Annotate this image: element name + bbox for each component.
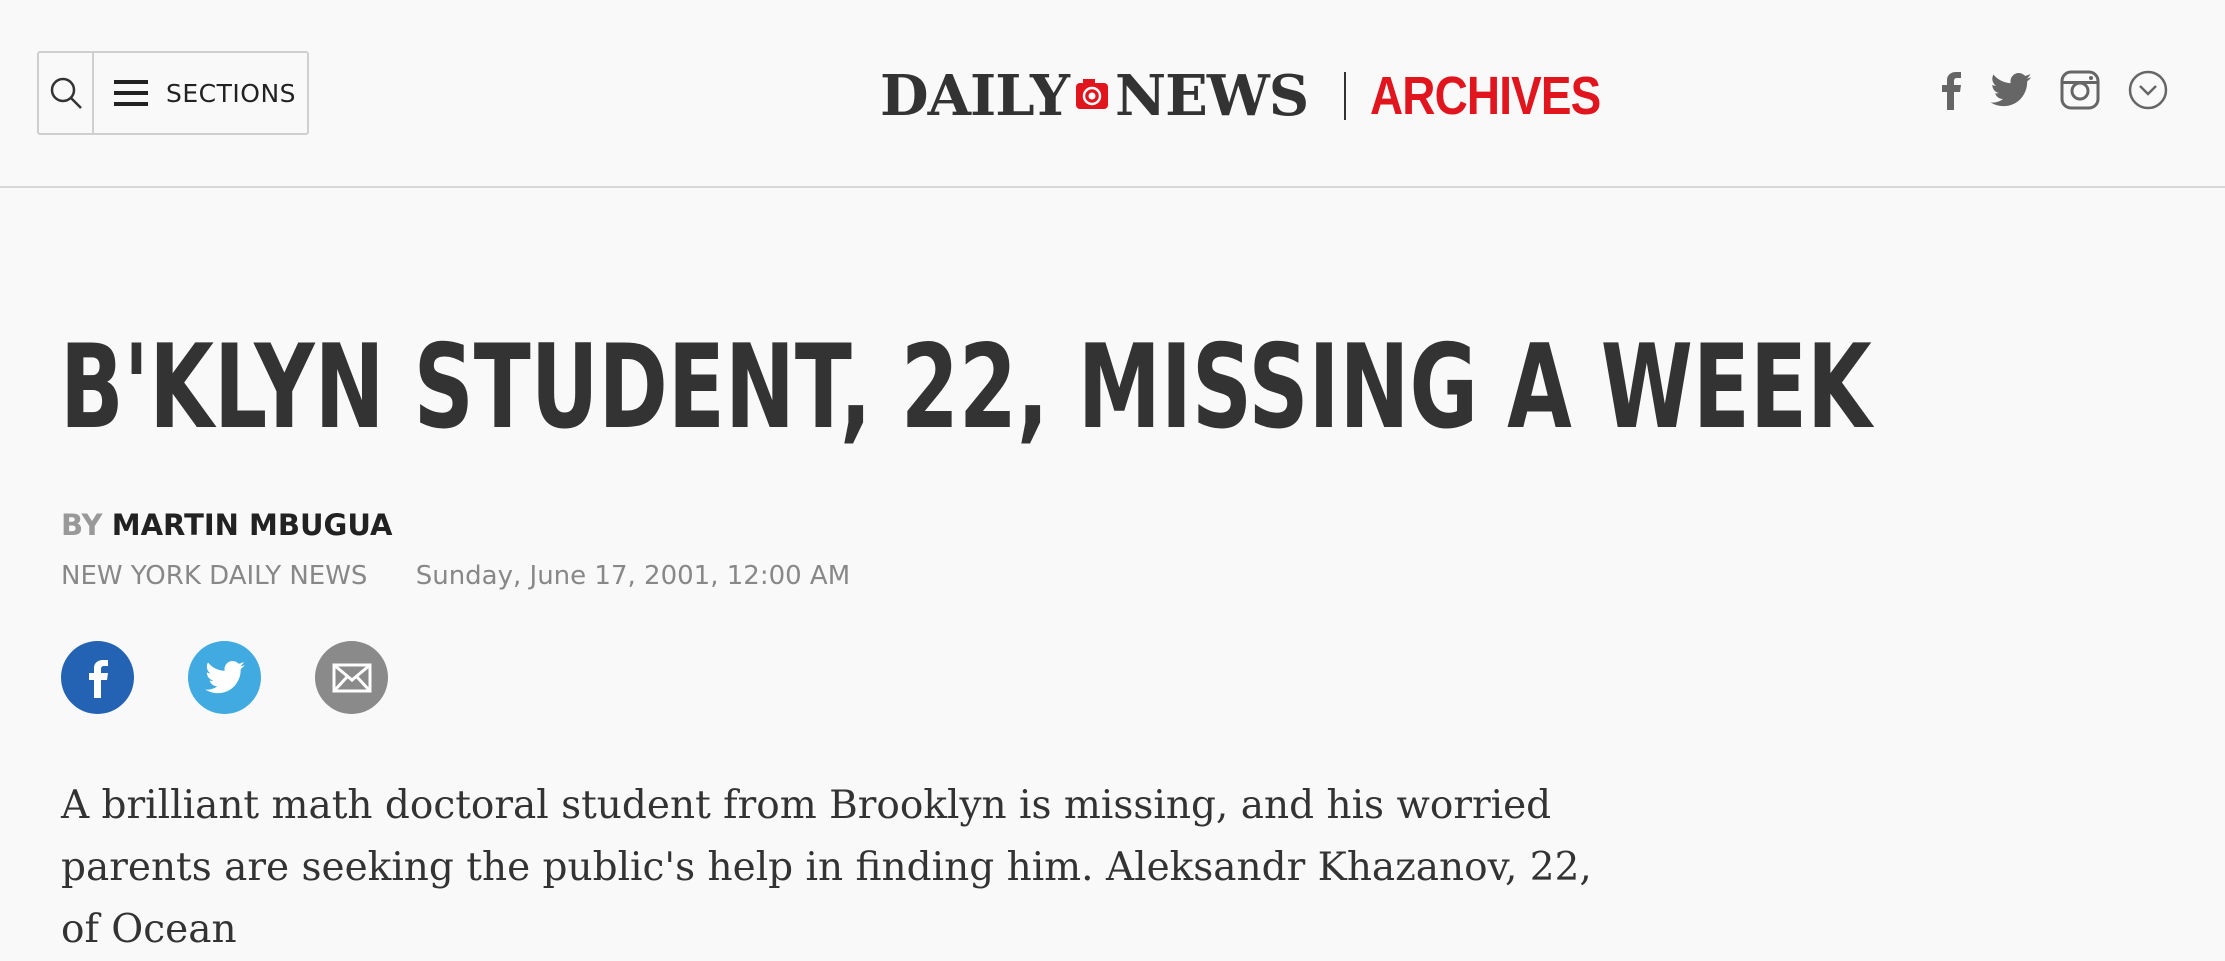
byline: BY MARTIN MBUGUA xyxy=(61,508,392,542)
twitter-icon xyxy=(1990,73,2032,107)
logo-news: NEWS xyxy=(1114,63,1309,129)
twitter-icon xyxy=(204,661,245,694)
header-instagram-link[interactable] xyxy=(2060,70,2100,110)
article-body: A brilliant math doctoral student from B… xyxy=(61,783,1592,952)
author-link[interactable]: MARTIN MBUGUA xyxy=(112,508,393,542)
search-button[interactable] xyxy=(39,53,94,133)
nav-controls: SECTIONS xyxy=(37,51,309,135)
facebook-icon xyxy=(1942,72,1961,110)
logo-daily: DAILY xyxy=(880,63,1070,129)
instagram-icon xyxy=(2060,70,2100,110)
email-icon xyxy=(332,663,371,692)
publish-date: Sunday, June 17, 2001, 12:00 AM xyxy=(415,561,851,591)
hamburger-icon xyxy=(114,80,148,106)
byline-prefix: BY xyxy=(61,508,103,542)
header-social-links xyxy=(1940,70,2196,110)
sections-label: SECTIONS xyxy=(166,78,297,108)
archives-label[interactable]: ARCHIVES xyxy=(1370,65,1601,127)
facebook-icon xyxy=(88,659,108,698)
share-facebook-button[interactable] xyxy=(61,641,134,714)
share-twitter-button[interactable] xyxy=(188,641,261,714)
logo-divider xyxy=(1344,72,1347,120)
sections-button[interactable]: SECTIONS xyxy=(94,53,307,133)
search-icon xyxy=(50,77,82,109)
share-buttons xyxy=(61,641,442,714)
daily-news-logo: DAILY NEWS xyxy=(880,63,1309,129)
header-facebook-link[interactable] xyxy=(1940,70,1962,110)
publication-name: NEW YORK DAILY NEWS xyxy=(61,561,368,591)
site-logo[interactable]: DAILY NEWS ARCHIVES xyxy=(880,56,1641,136)
share-email-button[interactable] xyxy=(315,641,388,714)
header-twitter-link[interactable] xyxy=(1990,73,2032,107)
article-headline: B'KLYN STUDENT, 22, MISSING A WEEK xyxy=(60,320,1872,455)
article-meta: NEW YORK DAILY NEWS Sunday, June 17, 200… xyxy=(61,561,850,591)
site-header: SECTIONS DAILY NEWS ARCHIVES xyxy=(0,0,2225,188)
camera-logo-icon xyxy=(1075,79,1108,109)
header-more-button[interactable] xyxy=(2128,70,2168,110)
chevron-down-icon xyxy=(2128,70,2168,110)
